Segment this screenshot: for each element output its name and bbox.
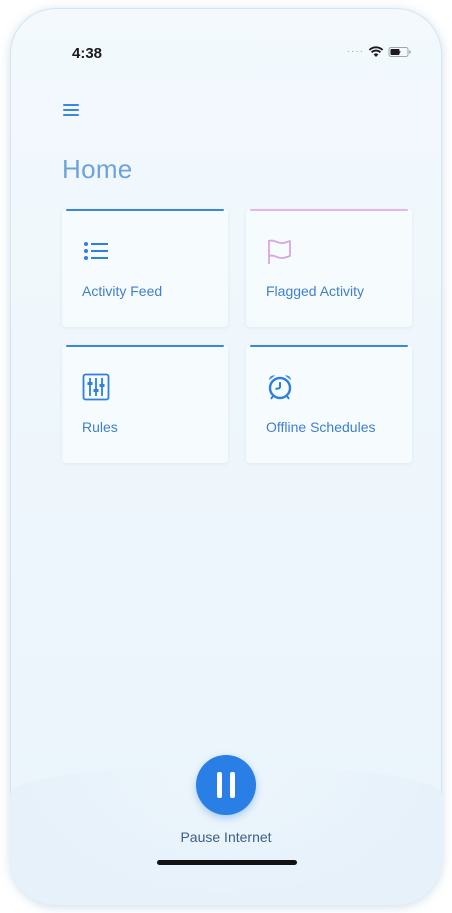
tile-accent-line [66,209,224,211]
status-icons: ···· [347,46,412,58]
tile-flagged-activity[interactable]: Flagged Activity [246,209,412,327]
list-icon [84,242,108,260]
cellular-dots-icon: ···· [346,46,364,57]
tile-rules[interactable]: Rules [62,345,228,463]
home-indicator[interactable] [157,860,297,865]
tile-accent-line [250,345,408,347]
tile-offline-schedules[interactable]: Offline Schedules [246,345,412,463]
flag-icon [268,239,291,264]
tile-accent-line [250,209,408,211]
wifi-icon [368,46,384,57]
pause-icon-bar [230,772,235,798]
tile-label: Activity Feed [82,283,163,299]
tile-label: Flagged Activity [266,283,365,299]
alarm-clock-icon [268,375,292,400]
pause-internet-button[interactable] [196,755,256,815]
hamburger-menu-icon[interactable] [63,104,79,118]
tile-accent-line [66,345,224,347]
tile-activity-feed[interactable]: Activity Feed [62,209,228,327]
sliders-icon [82,373,110,401]
tile-label: Offline Schedules [266,419,376,435]
status-bar: 4:38 ···· [10,8,442,98]
pause-internet-label: Pause Internet [180,829,272,845]
page-title: Home [62,154,133,184]
battery-charging-icon [388,47,411,57]
status-time: 4:38 [72,45,103,62]
pause-icon [217,772,222,798]
tile-label: Rules [82,419,118,435]
